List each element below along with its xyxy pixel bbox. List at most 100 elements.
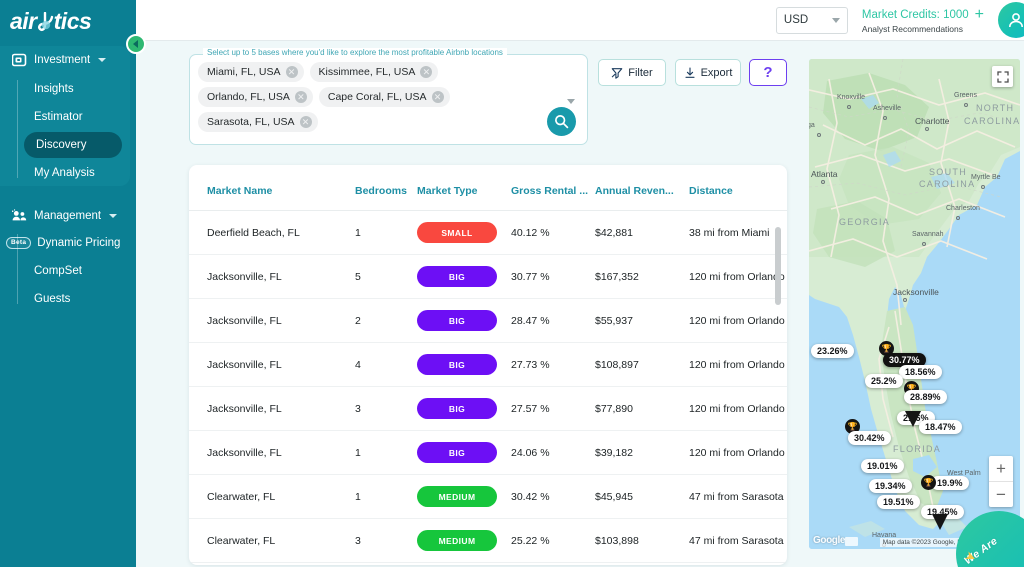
plus-icon[interactable]: +: [975, 6, 984, 23]
map-zoom-out-button[interactable]: −: [989, 482, 1013, 507]
map-place-dot: [883, 116, 887, 120]
chip-miami[interactable]: Miami, FL, USA ✕: [198, 62, 304, 82]
table-row[interactable]: Jacksonville, FL 3 BIG 27.57 % $77,890 120 mi…: [189, 386, 787, 431]
table-row[interactable]: Jacksonville, FL 2 BIG 28.47 % $55,937 120 mi…: [189, 298, 787, 343]
cell-market-type: BIG: [417, 298, 511, 343]
map-price-marker[interactable]: 18.47%: [919, 420, 962, 434]
cell-annual-revenue: $45,945: [595, 474, 689, 519]
cell-market-type: SMALL: [417, 210, 511, 255]
chip-cape-coral[interactable]: Cape Coral, FL, USA ✕: [318, 87, 450, 107]
map-place-dot: [922, 242, 926, 246]
cell-bedrooms: 4: [355, 342, 417, 387]
table-scrollbar-thumb[interactable]: [775, 227, 781, 305]
cell-distance: 38 mi from Miami: [689, 210, 787, 255]
beta-badge: Beta: [6, 237, 32, 250]
close-icon[interactable]: ✕: [285, 66, 298, 78]
map-price-marker[interactable]: 19.9%: [931, 476, 969, 490]
table-scrollbar[interactable]: [775, 227, 781, 551]
map-place-dot: [925, 127, 929, 131]
column-header-bedrooms[interactable]: Bedrooms: [355, 165, 417, 211]
cell-gross-rental: 27.73 %: [511, 342, 595, 387]
filter-button[interactable]: Filter: [598, 59, 666, 86]
sidebar-item-compset[interactable]: CompSet: [24, 258, 128, 284]
table-row[interactable]: Clearwater, FL 1 MEDIUM 30.42 % $45,945 47 mi…: [189, 474, 787, 519]
chip-kissimmee[interactable]: Kissimmee, FL, USA ✕: [309, 62, 439, 82]
map-price-marker[interactable]: 28.89%: [904, 390, 947, 404]
map-panel[interactable]: Knoxville Asheville Charlotte Greens NORTH CA…: [809, 59, 1020, 549]
sidebar-item-discovery[interactable]: Discovery: [24, 132, 122, 158]
sidebar-item-insights[interactable]: Insights: [24, 76, 122, 102]
map-price-marker[interactable]: 18.56%: [899, 365, 942, 379]
cell-market-name: Jacksonville, FL: [189, 342, 355, 387]
download-icon: [685, 66, 695, 78]
cell-distance: 120 mi from Orlando: [689, 430, 787, 475]
map-price-marker[interactable]: 19.34%: [869, 479, 912, 493]
chevron-down-icon: [831, 17, 840, 23]
cell-bedrooms: 2: [355, 298, 417, 343]
search-button[interactable]: [547, 107, 576, 136]
chip-sarasota[interactable]: Sarasota, FL, USA ✕: [198, 112, 318, 132]
sidebar-item-guests[interactable]: Guests: [24, 286, 128, 312]
cell-annual-revenue: $69,472: [595, 562, 689, 565]
chip-orlando[interactable]: Orlando, FL, USA ✕: [198, 87, 313, 107]
cell-gross-rental: 23.9 %: [511, 562, 595, 565]
export-button[interactable]: Export: [675, 59, 741, 86]
table-row[interactable]: Jacksonville, FL 4 BIG 27.73 % $108,897 120 m…: [189, 342, 787, 387]
cell-market-name: Deerfield Beach, FL: [189, 210, 355, 255]
column-header-gross-rental[interactable]: Gross Rental ...: [511, 165, 595, 211]
keyboard-shortcuts-icon[interactable]: [845, 537, 858, 546]
cell-gross-rental: 24.06 %: [511, 430, 595, 475]
close-icon[interactable]: ✕: [420, 66, 433, 78]
map-price-marker[interactable]: 19.01%: [861, 459, 904, 473]
cell-distance: 47 mi from Sarasota: [689, 474, 787, 519]
currency-select[interactable]: USD: [775, 6, 848, 34]
map-pin-marker[interactable]: [905, 411, 921, 427]
sidebar-item-dynamic-pricing[interactable]: Beta Dynamic Pricing: [0, 230, 136, 256]
map-place-label: Charlotte: [915, 116, 950, 126]
table-row[interactable]: Clearwater, FL2MEDIUM23.9 %$69,47247 mi …: [189, 562, 787, 565]
cell-market-type: BIG: [417, 430, 511, 475]
column-header-market-type[interactable]: Market Type: [417, 165, 511, 211]
close-icon[interactable]: ✕: [294, 91, 307, 103]
close-icon[interactable]: ✕: [431, 91, 444, 103]
map-price-marker[interactable]: 25.2%: [865, 374, 903, 388]
table-row[interactable]: Jacksonville, FL 5 BIG 30.77 % $167,352 120 m…: [189, 254, 787, 299]
main-content: Select up to 5 bases where you'd like to…: [136, 41, 1024, 567]
trophy-pin-icon[interactable]: 🏆: [921, 475, 936, 490]
map-zoom-in-button[interactable]: +: [989, 456, 1013, 481]
column-header-distance[interactable]: Distance: [689, 165, 787, 211]
table-header-row: Market Name Bedrooms Market Type Gross R…: [189, 165, 787, 211]
close-icon[interactable]: ✕: [299, 116, 312, 128]
map-pin-marker[interactable]: [932, 514, 948, 530]
table-row[interactable]: Clearwater, FL 3 MEDIUM 25.22 % $103,898 47 m…: [189, 518, 787, 563]
sidebar-group-management[interactable]: Management: [0, 202, 136, 230]
cell-bedrooms: 1: [355, 474, 417, 519]
sidebar-group-investment[interactable]: Investment: [0, 46, 130, 74]
brand-logo[interactable]: air tics: [0, 0, 136, 42]
table-row[interactable]: Jacksonville, FL 1 BIG 24.06 % $39,182 120 mi…: [189, 430, 787, 475]
map-fullscreen-button[interactable]: [992, 66, 1013, 87]
map-place-label: Myrtle Be: [971, 174, 1001, 181]
cell-market-type: MEDIUM: [417, 562, 511, 565]
sidebar-collapse-button[interactable]: [126, 34, 146, 54]
sidebar-item-estimator[interactable]: Estimator: [24, 104, 122, 130]
map-place-label: GEORGIA: [839, 217, 891, 227]
cell-market-type: BIG: [417, 386, 511, 431]
map-place-label: Atlanta: [811, 169, 838, 179]
avatar[interactable]: [998, 2, 1024, 38]
sidebar-item-my-analysis[interactable]: My Analysis: [24, 160, 122, 186]
column-header-annual-revenue[interactable]: Annual Reven...: [595, 165, 689, 211]
help-button[interactable]: ?: [749, 59, 787, 86]
table-row[interactable]: Deerfield Beach, FL 1 SMALL 40.12 % $42,881 3…: [189, 210, 787, 255]
map-price-marker[interactable]: 30.42%: [848, 431, 891, 445]
map-place-label: CAROLINA: [919, 179, 976, 189]
cell-market-name: Jacksonville, FL: [189, 298, 355, 343]
map-price-marker[interactable]: 23.26%: [811, 344, 854, 358]
chevron-down-icon[interactable]: [567, 99, 575, 104]
column-header-market-name[interactable]: Market Name: [189, 165, 355, 211]
map-price-marker[interactable]: 19.51%: [877, 495, 920, 509]
chip-label: Kissimmee, FL, USA: [318, 66, 416, 78]
status-badge: MEDIUM: [417, 486, 497, 507]
cell-market-name: Clearwater, FL: [189, 474, 355, 519]
chip-label: Cape Coral, FL, USA: [327, 91, 427, 103]
